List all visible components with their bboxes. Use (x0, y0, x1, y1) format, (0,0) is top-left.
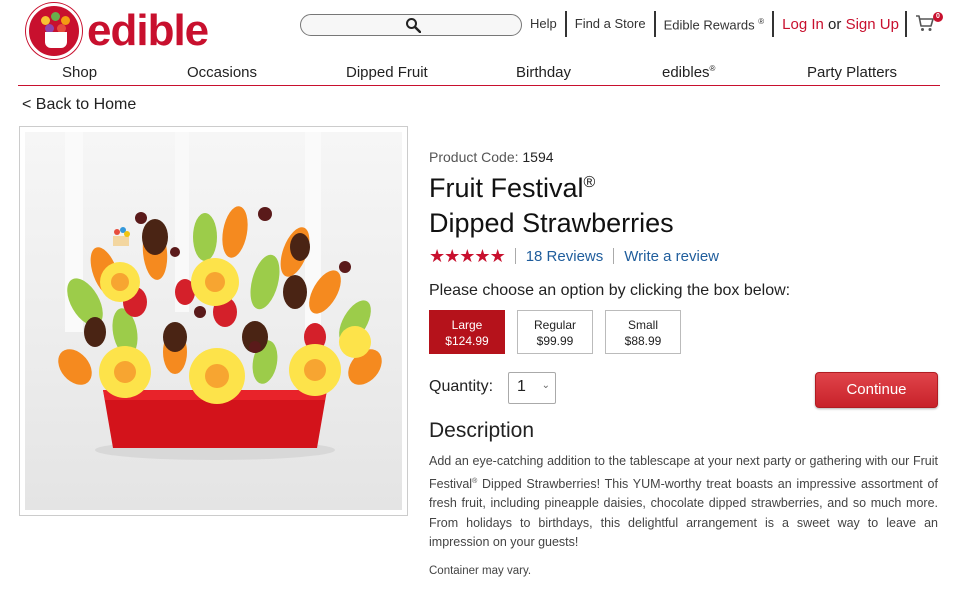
rating-row: ★★★★★ 18 Reviews Write a review (429, 246, 719, 266)
option-price: $124.99 (445, 334, 489, 348)
or-text: or (828, 15, 842, 33)
fruit-arrangement-illustration (58, 132, 382, 460)
cart-icon (915, 14, 934, 31)
cart-button[interactable]: 0 (907, 11, 943, 35)
option-small[interactable]: Small $88.99 (605, 310, 681, 354)
edible-logo[interactable]: edible (26, 3, 209, 59)
nav-party-platters[interactable]: Party Platters (807, 64, 897, 81)
option-price: $88.99 (624, 334, 662, 348)
chevron-down-icon: ⌄ (541, 380, 550, 391)
nav-shop[interactable]: Shop (62, 64, 97, 81)
cart-count-badge: 0 (932, 11, 943, 22)
star-icon: ★ (474, 245, 490, 266)
description-heading: Description (429, 419, 535, 442)
divider (613, 248, 615, 264)
star-rating: ★★★★★ (429, 245, 506, 267)
option-large[interactable]: Large $124.99 (429, 310, 505, 354)
nav-occasions[interactable]: Occasions (187, 64, 257, 81)
star-icon: ★ (489, 245, 506, 266)
star-icon: ★ (429, 245, 445, 266)
description-text: Add an eye-catching addition to the tabl… (429, 454, 938, 550)
product-image[interactable] (19, 126, 408, 516)
reviews-link[interactable]: 18 Reviews (526, 248, 604, 265)
nav-edibles[interactable]: edibles® (662, 64, 715, 81)
option-price: $99.99 (536, 334, 574, 348)
top-links: Help Find a Store Edible Rewards ® Log I… (522, 9, 943, 38)
main-nav: Shop Occasions Dipped Fruit Birthday edi… (18, 58, 940, 86)
option-name: Regular (533, 318, 577, 332)
option-prompt: Please choose an option by clicking the … (429, 282, 791, 299)
quantity-label: Quantity: (429, 378, 494, 395)
signup-link[interactable]: Sign Up (846, 16, 899, 33)
search-input[interactable] (300, 14, 522, 36)
find-store-link[interactable]: Find a Store (567, 11, 654, 37)
login-link[interactable]: Log In (782, 16, 824, 33)
write-review-link[interactable]: Write a review (624, 248, 719, 265)
nav-dipped-fruit[interactable]: Dipped Fruit (346, 64, 428, 81)
back-to-home-link[interactable]: < Back to Home (22, 96, 136, 114)
quantity-select[interactable]: 1 ⌄ (508, 372, 556, 404)
account-links: Log In or Sign Up (774, 16, 905, 33)
nav-birthday[interactable]: Birthday (516, 64, 571, 81)
edible-rewards-link[interactable]: Edible Rewards ® (656, 9, 773, 38)
product-photo (25, 132, 402, 510)
product-code: Product Code: 1594 (429, 149, 554, 165)
star-icon: ★ (444, 245, 460, 266)
star-icon: ★ (459, 245, 475, 266)
continue-button[interactable]: Continue (815, 372, 938, 408)
logo-text: edible (87, 6, 209, 55)
logo-badge-icon (26, 3, 82, 59)
divider (514, 248, 516, 264)
container-note: Container may vary. (429, 565, 532, 577)
option-regular[interactable]: Regular $99.99 (517, 310, 593, 354)
search-icon[interactable] (405, 17, 421, 33)
option-name: Small (627, 318, 658, 332)
option-name: Large (451, 318, 483, 332)
quantity-value: 1 (517, 378, 526, 395)
help-link[interactable]: Help (522, 11, 565, 37)
product-title: Fruit Festival® Dipped Strawberries (429, 173, 674, 238)
